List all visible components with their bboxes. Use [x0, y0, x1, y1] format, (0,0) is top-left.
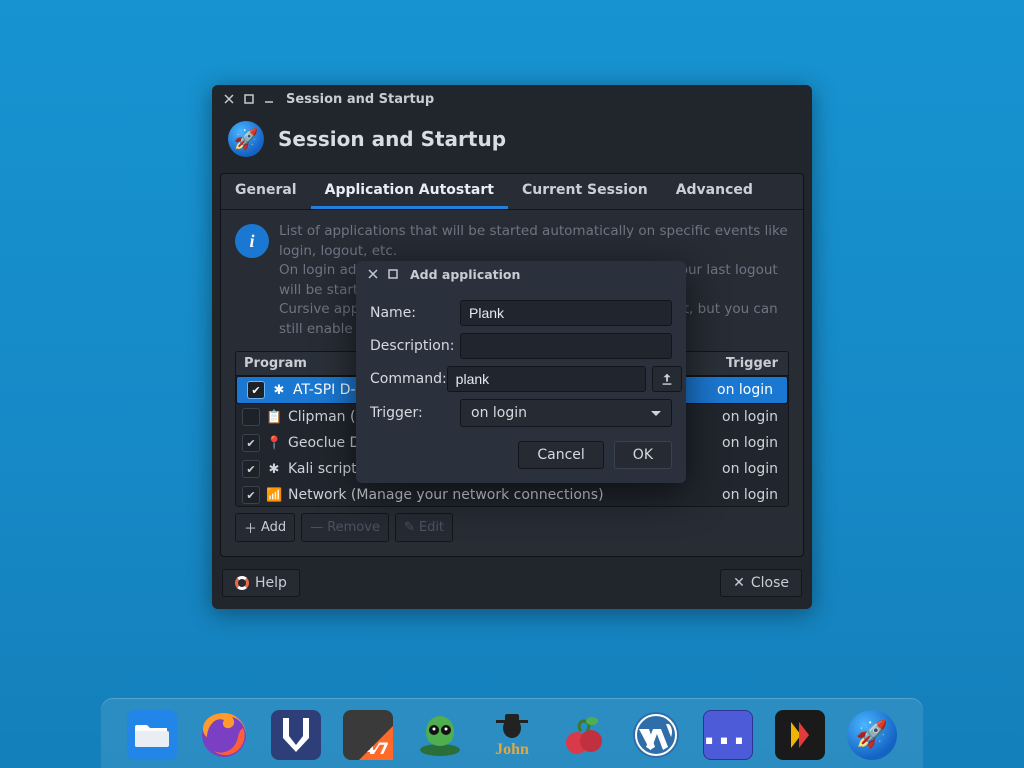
trigger-select[interactable]: on login — [460, 399, 672, 427]
pencil-icon: ✎ — [404, 520, 415, 535]
window-footer: Help ✕Close — [212, 557, 812, 609]
description-field[interactable] — [460, 333, 672, 359]
info-icon: i — [235, 224, 269, 258]
svg-text:John: John — [495, 741, 529, 758]
tab-advanced[interactable]: Advanced — [662, 174, 767, 209]
dock-wordpress[interactable] — [629, 708, 683, 762]
dock-session-startup[interactable]: 🚀 — [845, 708, 899, 762]
command-field[interactable] — [447, 366, 646, 392]
name-field[interactable] — [460, 300, 672, 326]
minus-icon: — — [310, 520, 323, 535]
app-trigger: on login — [702, 409, 782, 425]
dock-file-manager[interactable] — [125, 708, 179, 762]
close-icon[interactable] — [366, 267, 380, 281]
app-icon: ✱ — [266, 462, 282, 477]
app-name: Network (Manage your network connections… — [288, 487, 702, 503]
dock-burpsuite[interactable]: 4⁄7 — [341, 708, 395, 762]
tab-general[interactable]: General — [221, 174, 311, 209]
add-button[interactable]: ＋Add — [235, 513, 295, 542]
close-icon[interactable] — [222, 92, 236, 106]
dock-plex[interactable] — [773, 708, 827, 762]
tab-current-session[interactable]: Current Session — [508, 174, 662, 209]
page-title: Session and Startup — [278, 127, 506, 151]
close-x-icon: ✕ — [733, 575, 745, 591]
remove-button[interactable]: —Remove — [301, 513, 389, 542]
table-row[interactable]: 📶 Network (Manage your network connection… — [236, 482, 788, 506]
app-icon: 📋 — [266, 410, 282, 425]
dock-ghidra[interactable] — [413, 708, 467, 762]
table-toolbar: ＋Add —Remove ✎Edit — [235, 507, 789, 542]
ok-button[interactable]: OK — [614, 441, 672, 469]
window-header: 🚀 Session and Startup — [212, 113, 812, 173]
row-checkbox[interactable] — [242, 408, 260, 426]
app-trigger: on login — [702, 435, 782, 451]
description-label: Description: — [370, 338, 460, 354]
app-trigger: on login — [697, 382, 777, 398]
dock-firefox[interactable] — [197, 708, 251, 762]
command-label: Command: — [370, 371, 447, 387]
lifering-icon — [235, 576, 249, 590]
app-icon: ✱ — [271, 383, 287, 398]
row-checkbox[interactable] — [242, 460, 260, 478]
chevron-down-icon — [651, 411, 661, 416]
col-trigger[interactable]: Trigger — [698, 352, 788, 375]
add-application-dialog: Add application Name: Description: Comma… — [356, 261, 686, 483]
app-icon: 📶 — [266, 488, 282, 503]
tab-bar: General Application Autostart Current Se… — [221, 174, 803, 210]
row-checkbox[interactable] — [242, 486, 260, 504]
maximize-icon[interactable] — [242, 92, 256, 106]
rocket-icon: 🚀 — [228, 121, 264, 157]
dock-john[interactable]: John — [485, 708, 539, 762]
tab-application-autostart[interactable]: Application Autostart — [311, 174, 508, 209]
app-icon: 📍 — [266, 436, 282, 451]
dock-metasploit[interactable] — [269, 708, 323, 762]
trigger-label: Trigger: — [370, 405, 460, 421]
maximize-icon[interactable] — [386, 267, 400, 281]
name-label: Name: — [370, 305, 460, 321]
dialog-title: Add application — [410, 267, 520, 282]
help-button[interactable]: Help — [222, 569, 300, 597]
dock-terminal[interactable]: ... — [701, 708, 755, 762]
dock: 4⁄7 John ... 🚀 — [101, 698, 923, 768]
dock-cherrytree[interactable] — [557, 708, 611, 762]
cancel-button[interactable]: Cancel — [518, 441, 603, 469]
plus-icon: ＋ — [244, 518, 257, 537]
close-button[interactable]: ✕Close — [720, 569, 802, 597]
row-checkbox[interactable] — [242, 434, 260, 452]
upload-icon — [660, 372, 674, 386]
app-trigger: on login — [702, 461, 782, 477]
edit-button[interactable]: ✎Edit — [395, 513, 453, 542]
window-titlebar[interactable]: Session and Startup — [212, 85, 812, 113]
row-checkbox[interactable] — [247, 381, 265, 399]
trigger-value: on login — [471, 405, 527, 421]
browse-command-button[interactable] — [652, 366, 682, 392]
dialog-titlebar[interactable]: Add application — [356, 261, 686, 287]
window-title: Session and Startup — [286, 92, 434, 107]
minimize-icon[interactable] — [262, 92, 276, 106]
app-trigger: on login — [702, 487, 782, 503]
